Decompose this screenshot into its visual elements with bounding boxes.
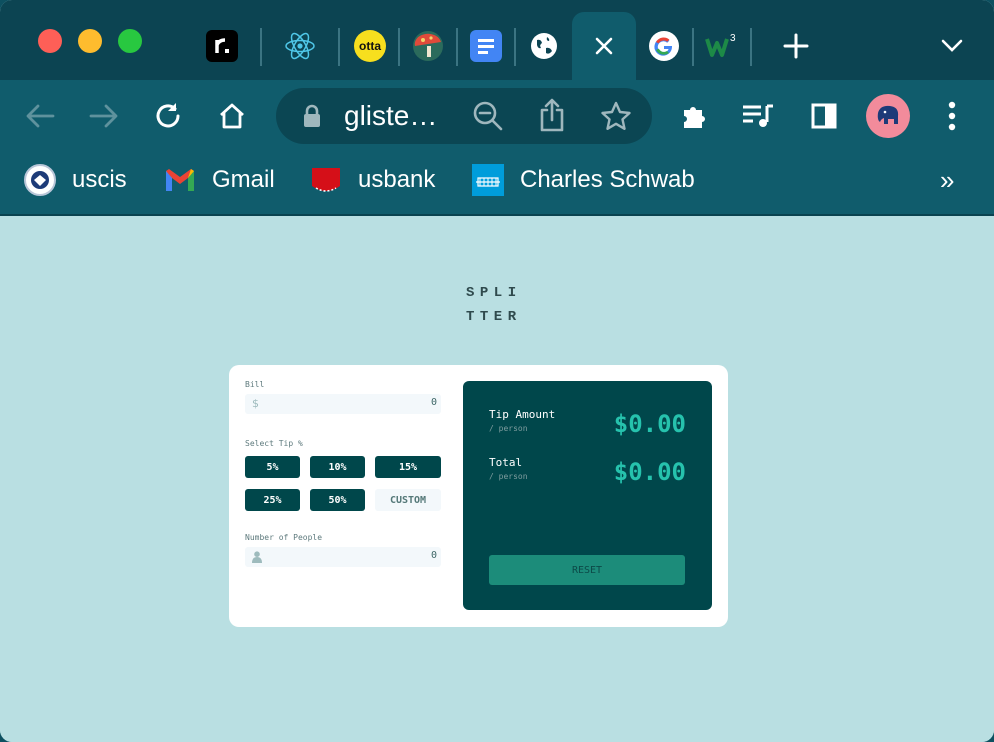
playlist-icon xyxy=(743,104,773,127)
extensions-button[interactable] xyxy=(674,96,714,136)
more-vertical-icon xyxy=(948,101,956,131)
total-sub: / person xyxy=(489,472,528,481)
side-panel-icon xyxy=(811,103,837,129)
minimize-window-button[interactable] xyxy=(78,29,102,53)
tab-mushroom[interactable] xyxy=(398,12,458,80)
bookmarks-bar: uscis Gmail usbank Charles Schwab » xyxy=(0,152,994,216)
forward-button[interactable] xyxy=(84,96,124,136)
bill-label: Bill xyxy=(245,380,265,389)
select-tip-label: Select Tip % xyxy=(245,439,303,448)
bookmark-label: uscis xyxy=(72,166,127,193)
gmail-icon xyxy=(164,164,196,196)
otta-logo-icon: otta xyxy=(354,30,386,62)
dhs-seal-icon xyxy=(24,164,56,196)
tip-15-button[interactable]: 15% xyxy=(375,456,441,478)
share-icon[interactable] xyxy=(538,98,566,132)
puzzle-icon xyxy=(684,107,705,128)
close-tab-icon[interactable] xyxy=(594,36,614,56)
side-panel-button[interactable] xyxy=(804,96,844,136)
new-tab-button[interactable] xyxy=(766,12,826,80)
title-bar: otta 3 xyxy=(0,0,994,80)
logo-line-2: TTER xyxy=(466,309,522,325)
globe-icon xyxy=(531,33,557,59)
result-panel: Tip Amount / person $0.00 Total / person… xyxy=(463,381,712,610)
mushroom-logo-icon xyxy=(413,31,443,61)
calculator-card: Bill $ 0 Select Tip % 5% 10% 15% 25% 50%… xyxy=(229,365,728,627)
person-icon xyxy=(252,551,262,563)
media-button[interactable] xyxy=(738,96,778,136)
tab-active[interactable] xyxy=(572,12,636,80)
arrow-left-icon xyxy=(26,104,55,128)
react-logo-icon xyxy=(285,32,315,60)
home-icon xyxy=(220,103,244,129)
tip-10-button[interactable]: 10% xyxy=(310,456,365,478)
tip-5-button[interactable]: 5% xyxy=(245,456,300,478)
bookmark-label: Charles Schwab xyxy=(520,166,695,193)
tab-otta[interactable]: otta xyxy=(340,12,400,80)
tab-docs[interactable] xyxy=(456,12,516,80)
bookmark-label: Gmail xyxy=(212,166,275,193)
tip-amount-value: $0.00 xyxy=(613,410,686,438)
browser-window: otta 3 gliste… uscis Gmail usbank Charle… xyxy=(0,0,994,742)
bookmark-gmail[interactable]: Gmail xyxy=(164,164,275,196)
people-value: 0 xyxy=(430,550,437,561)
star-icon[interactable] xyxy=(600,100,632,132)
tip-25-button[interactable]: 25% xyxy=(245,489,300,511)
schwab-icon xyxy=(472,164,504,196)
tab-react[interactable] xyxy=(270,12,330,80)
tab-list-button[interactable] xyxy=(922,12,982,80)
people-input[interactable]: 0 xyxy=(245,547,441,567)
bookmark-label: usbank xyxy=(358,166,436,193)
bookmark-usbank[interactable]: usbank xyxy=(310,164,435,196)
bookmark-schwab[interactable]: Charles Schwab xyxy=(472,164,695,196)
zoom-out-icon[interactable] xyxy=(472,100,504,132)
plus-icon xyxy=(783,33,809,59)
address-text[interactable]: gliste… xyxy=(344,100,437,132)
total-label: Total xyxy=(489,456,523,469)
web-page: SPLI TTER Bill $ 0 Select Tip % 5% 10% 1… xyxy=(0,218,994,742)
tab-google[interactable] xyxy=(634,12,694,80)
lock-icon[interactable] xyxy=(302,104,322,128)
app-logo: SPLI TTER xyxy=(466,281,530,329)
r-logo-icon xyxy=(206,30,238,62)
tab-readwise[interactable] xyxy=(192,12,252,80)
reload-icon xyxy=(156,103,180,128)
arrow-right-icon xyxy=(89,104,118,128)
menu-button[interactable] xyxy=(932,96,972,136)
docs-logo-icon xyxy=(470,30,502,62)
back-button[interactable] xyxy=(20,96,60,136)
close-window-button[interactable] xyxy=(38,29,62,53)
svg-text:3: 3 xyxy=(730,33,736,44)
bill-input[interactable]: $ 0 xyxy=(245,394,441,414)
reset-button[interactable]: RESET xyxy=(489,555,685,585)
home-button[interactable] xyxy=(212,96,252,136)
profile-avatar[interactable] xyxy=(866,94,910,138)
tip-50-button[interactable]: 50% xyxy=(310,489,365,511)
dollar-icon: $ xyxy=(252,397,259,410)
more-bookmarks-button[interactable]: » xyxy=(940,164,954,196)
maximize-window-button[interactable] xyxy=(118,29,142,53)
reload-button[interactable] xyxy=(148,96,188,136)
logo-line-1: SPLI xyxy=(466,285,522,301)
tip-amount-label: Tip Amount xyxy=(489,408,556,421)
usbank-icon xyxy=(310,164,342,196)
chevron-down-icon xyxy=(941,39,963,52)
address-bar[interactable] xyxy=(276,88,652,144)
people-label: Number of People xyxy=(245,533,323,542)
tab-w3c[interactable]: 3 xyxy=(692,12,752,80)
google-logo-icon xyxy=(649,31,679,61)
w3-logo-icon: 3 xyxy=(705,33,736,57)
bookmark-uscis[interactable]: uscis xyxy=(24,164,127,196)
tip-custom-input[interactable]: CUSTOM xyxy=(375,489,441,511)
tip-amount-sub: / person xyxy=(489,424,528,433)
tab-globe[interactable] xyxy=(514,12,574,80)
total-value: $0.00 xyxy=(613,458,686,486)
bill-value: 0 xyxy=(430,397,437,408)
elephant-avatar-icon xyxy=(877,105,899,124)
